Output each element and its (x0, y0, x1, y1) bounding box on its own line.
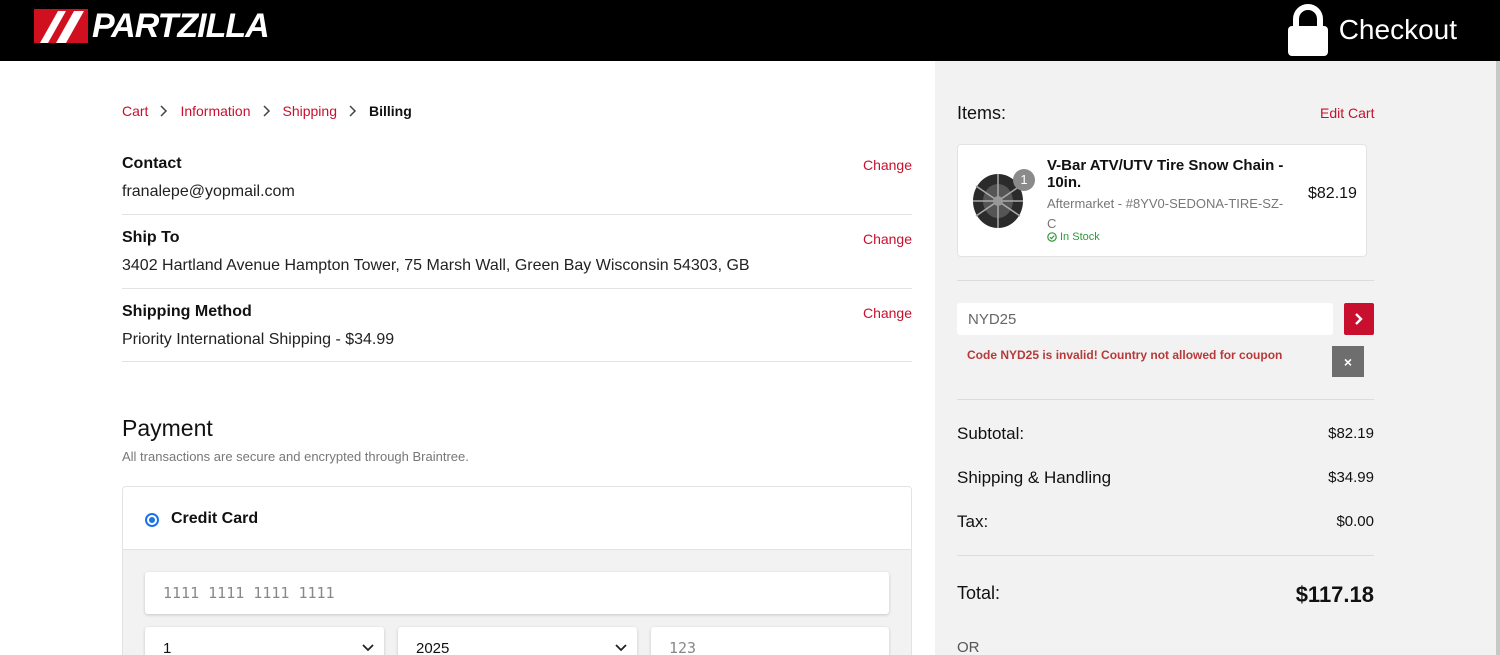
chevron-down-icon (362, 644, 374, 652)
cart-item: 1 V-Bar ATV/UTV Tire Snow Chain - 10in. … (957, 144, 1367, 257)
subtotal-label: Subtotal: (957, 424, 1025, 443)
shipping-value: $34.99 (1328, 469, 1374, 486)
chevron-right-icon (1355, 313, 1363, 325)
tax-row: Tax: $0.00 (957, 512, 1374, 532)
breadcrumb-shipping[interactable]: Shipping (283, 103, 338, 119)
ship-to-label: Ship To (122, 229, 180, 246)
items-label: Items: (957, 103, 1007, 123)
ship-to-value: 3402 Hartland Avenue Hampton Tower, 75 M… (122, 257, 750, 274)
payment-title: Payment (122, 415, 213, 441)
item-price: $82.19 (1308, 185, 1357, 202)
divider (957, 555, 1374, 556)
chevron-right-icon (262, 105, 270, 117)
chevron-right-icon (349, 105, 357, 117)
dismiss-error-button[interactable]: × (1332, 346, 1364, 377)
total-label: Total: (957, 583, 1001, 603)
item-sku: Aftermarket - #8YV0-SEDONA-TIRE-SZ-C (1047, 196, 1284, 231)
breadcrumb-information[interactable]: Information (180, 103, 250, 119)
site-header: PARTZILLA Checkout (0, 0, 1500, 61)
chevron-right-icon (160, 105, 168, 117)
shipping-label: Shipping & Handling (957, 468, 1112, 487)
brand-name: PARTZILLA (92, 7, 270, 45)
breadcrumb-billing: Billing (369, 103, 412, 119)
contact-row: Contact franalepe@yopmail.com Change (122, 155, 912, 215)
credit-card-radio[interactable] (145, 513, 159, 527)
item-quantity-badge: 1 (1013, 169, 1035, 191)
or-separator: OR (957, 639, 980, 655)
lock-icon (1287, 4, 1328, 56)
shipping-method-row: Shipping Method Priority International S… (122, 303, 912, 362)
divider (957, 280, 1374, 281)
shipping-method-label: Shipping Method (122, 303, 252, 320)
total-value: $117.18 (1295, 582, 1374, 607)
payment-subtitle: All transactions are secure and encrypte… (122, 449, 469, 464)
page-scrollbar[interactable] (1496, 61, 1500, 655)
partzilla-logo[interactable]: PARTZILLA (34, 7, 270, 45)
contact-change-link[interactable]: Change (863, 157, 912, 173)
shipping-row: Shipping & Handling $34.99 (957, 468, 1374, 488)
breadcrumb: Cart Information Shipping Billing (122, 103, 412, 119)
credit-card-form: 1111 1111 1111 1111 1 2025 123 (123, 550, 911, 655)
edit-cart-link[interactable]: Edit Cart (1320, 105, 1374, 121)
checkout-main: Cart Information Shipping Billing Contac… (0, 61, 935, 655)
stock-label: In Stock (1060, 231, 1100, 243)
shipping-method-change-link[interactable]: Change (863, 305, 912, 321)
apply-coupon-button[interactable] (1344, 303, 1374, 335)
checkout-label: Checkout (1338, 14, 1457, 45)
coupon-error-message: Code NYD25 is invalid! Country not allow… (967, 348, 1283, 362)
check-circle-icon (1047, 232, 1057, 242)
expiry-year-select[interactable]: 2025 (398, 627, 637, 655)
ship-to-change-link[interactable]: Change (863, 231, 912, 247)
item-name: V-Bar ATV/UTV Tire Snow Chain - 10in. (1047, 157, 1284, 191)
breadcrumb-cart[interactable]: Cart (122, 103, 148, 119)
divider (957, 399, 1374, 400)
payment-methods: Credit Card 1111 1111 1111 1111 1 2025 1… (122, 486, 912, 655)
cvv-input[interactable]: 123 (651, 627, 889, 655)
tax-label: Tax: (957, 512, 989, 531)
checkout-heading: Checkout (1283, 4, 1457, 56)
tax-value: $0.00 (1336, 513, 1374, 530)
contact-label: Contact (122, 155, 182, 172)
expiry-month-value: 1 (163, 639, 172, 655)
subtotal-row: Subtotal: $82.19 (957, 424, 1374, 444)
expiry-year-value: 2025 (416, 639, 450, 655)
subtotal-value: $82.19 (1328, 425, 1374, 442)
total-row: Total: $117.18 (957, 582, 1374, 607)
chevron-down-icon (615, 644, 627, 652)
expiry-month-select[interactable]: 1 (145, 627, 384, 655)
stock-status: In Stock (1047, 231, 1100, 243)
shipping-method-value: Priority International Shipping - $34.99 (122, 331, 395, 348)
order-summary: Items: Edit Cart 1 V-Bar ATV/UTV Tire Sn… (935, 61, 1500, 655)
ship-to-row: Ship To 3402 Hartland Avenue Hampton Tow… (122, 229, 912, 289)
partzilla-logo-icon (34, 9, 88, 43)
credit-card-label: Credit Card (171, 510, 259, 527)
card-number-input[interactable]: 1111 1111 1111 1111 (145, 572, 889, 614)
credit-card-option[interactable]: Credit Card (123, 487, 911, 550)
contact-value: franalepe@yopmail.com (122, 183, 295, 200)
coupon-input[interactable]: NYD25 (957, 303, 1333, 335)
